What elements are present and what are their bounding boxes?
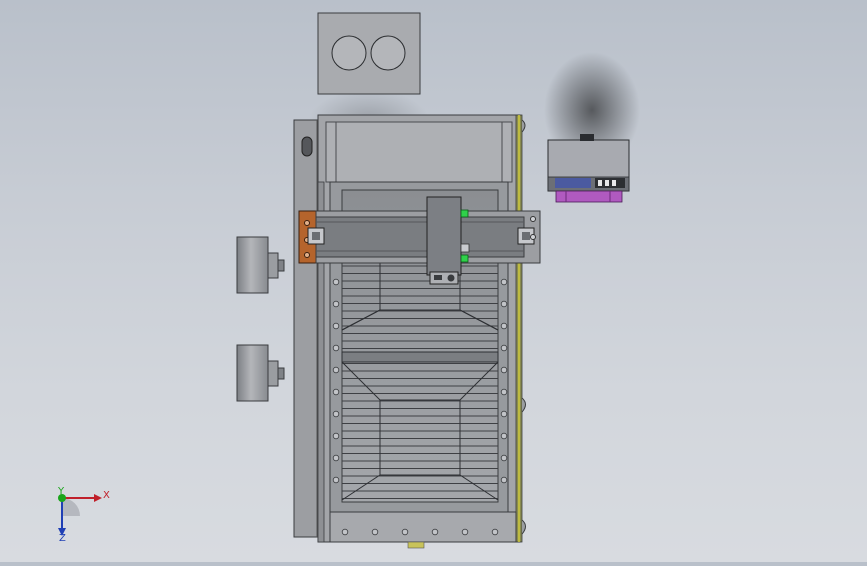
bottom-bolt: [491, 528, 499, 536]
side-bolt: [332, 366, 340, 374]
side-bolt: [500, 388, 508, 396]
cad-model-drawing: X Y Z: [57, 12, 640, 549]
side-bolt: [500, 344, 508, 352]
side-bolt: [332, 388, 340, 396]
top-motor-box: [317, 12, 421, 95]
left-cylinder-lower: [236, 344, 285, 402]
bottom-bolt: [401, 528, 409, 536]
side-bolt: [332, 322, 340, 330]
side-bolt: [332, 454, 340, 462]
side-bolt: [500, 410, 508, 418]
gantry-beam: [298, 210, 541, 264]
y-axis-label: Y: [57, 486, 65, 497]
left-side-plate: [293, 119, 319, 538]
side-bolt: [500, 476, 508, 484]
side-bolt: [332, 410, 340, 418]
left-cylinder-upper: [236, 236, 285, 294]
coordinate-triad: [58, 494, 102, 536]
x-axis-arrow: [94, 494, 102, 502]
side-bolt: [500, 432, 508, 440]
side-bolt: [332, 300, 340, 308]
side-bolt: [500, 454, 508, 462]
cad-viewport[interactable]: X Y Z: [0, 0, 867, 562]
side-bolt: [332, 278, 340, 286]
side-bolt: [500, 366, 508, 374]
side-bolt: [332, 432, 340, 440]
control-box: [547, 134, 630, 203]
side-bolt: [332, 476, 340, 484]
x-axis-label: X: [103, 490, 110, 501]
side-bolt: [500, 322, 508, 330]
z-axis-label: Z: [59, 533, 66, 544]
side-bolt: [332, 344, 340, 352]
side-bolt: [500, 300, 508, 308]
side-bolt: [500, 278, 508, 286]
bottom-bolt: [371, 528, 379, 536]
bottom-bolt: [431, 528, 439, 536]
bottom-bolt: [341, 528, 349, 536]
bottom-bolt: [461, 528, 469, 536]
